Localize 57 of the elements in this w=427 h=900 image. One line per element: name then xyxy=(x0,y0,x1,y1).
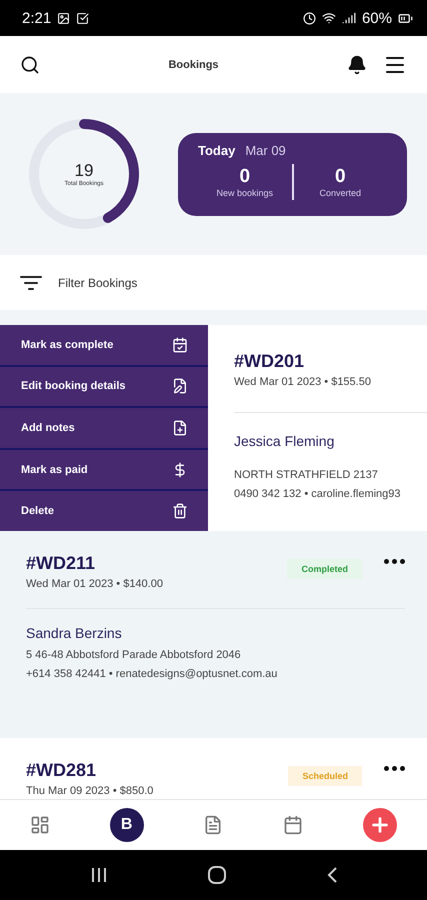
nav-tab[interactable] xyxy=(203,815,224,835)
document-icon xyxy=(203,815,224,835)
filter-button[interactable]: Filter Bookings xyxy=(0,255,427,310)
nav-tab[interactable] xyxy=(363,808,398,842)
image-icon xyxy=(57,12,70,24)
signal-icon xyxy=(342,11,356,25)
nav-tab[interactable] xyxy=(30,815,50,835)
home-icon[interactable] xyxy=(206,865,226,885)
stat-label: New bookings xyxy=(216,188,274,198)
nav-tab[interactable] xyxy=(283,815,304,835)
total-count: 19 xyxy=(74,161,94,180)
bell-icon[interactable] xyxy=(347,54,367,74)
document-plus-icon xyxy=(172,420,188,436)
wifi-icon xyxy=(322,11,336,25)
alarm-icon xyxy=(302,12,316,24)
dashboard-icon xyxy=(30,815,50,835)
customer-address: NORTH STRATHFIELD 2137 xyxy=(234,468,379,483)
bookings-tab[interactable]: B xyxy=(110,808,144,842)
status-badge: Completed xyxy=(287,559,362,579)
stat-value: 0 xyxy=(334,166,346,188)
status-badge: Scheduled xyxy=(288,766,362,786)
customer-contact: +614 358 42441 • renatedesigns@optusnet.com.au xyxy=(26,667,278,682)
customer-contact: 0490 342 132 • caroline.fleming93 xyxy=(234,487,402,502)
action-button[interactable]: Delete xyxy=(0,491,208,531)
booking-card[interactable]: #WD281 Thu Mar 09 2023 • $850.0 Scheduled xyxy=(0,738,427,799)
booking-date-price: Thu Mar 09 2023 • $850.0 xyxy=(26,785,154,797)
action-button[interactable]: Mark as paid xyxy=(0,450,208,490)
booking-card[interactable]: #WD201 Wed Mar 01 2023 • $155.50 Jessica Fleming NORTH STRATHFIELD 2137 0490 342 132 • caroline.fleming93 xyxy=(208,325,427,531)
more-icon[interactable] xyxy=(384,559,405,564)
stat-label: Converted xyxy=(319,188,362,198)
battery-percent: 60% xyxy=(362,10,392,26)
booking-date-price: Wed Mar 01 2023 • $140.00 xyxy=(26,578,164,590)
checkbox-icon xyxy=(76,12,90,24)
clock-time: 2:21 xyxy=(22,10,52,26)
filter-icon xyxy=(20,274,42,290)
search-icon[interactable] xyxy=(20,54,40,74)
booking-number: #WD281 xyxy=(26,760,98,781)
page-title: Bookings xyxy=(167,58,220,70)
action-button[interactable]: Edit booking details xyxy=(0,366,208,406)
customer-address: 5 46-48 Abbotsford Parade Abbotsford 2046 xyxy=(26,648,242,663)
booking-date-price: Wed Mar 01 2023 • $155.50 xyxy=(234,376,372,388)
today-date: Mar 09 xyxy=(245,142,286,158)
customer-name: Jessica Fleming xyxy=(234,433,336,449)
recent-apps-icon[interactable] xyxy=(90,867,108,883)
back-icon[interactable] xyxy=(326,866,338,884)
today-label: Today xyxy=(198,142,236,158)
booking-number: #WD211 xyxy=(26,553,96,574)
more-icon[interactable] xyxy=(384,766,405,771)
booking-number: #WD201 xyxy=(234,351,306,372)
customer-name: Sandra Berzins xyxy=(26,625,123,641)
trash-icon xyxy=(172,503,188,520)
action-button[interactable]: Add notes xyxy=(0,408,208,448)
calendar-check-icon xyxy=(172,336,188,353)
calendar-icon xyxy=(283,815,304,835)
action-button[interactable]: Mark as complete xyxy=(0,325,208,365)
document-pen-icon xyxy=(172,378,188,394)
stat-value: 0 xyxy=(239,166,250,188)
